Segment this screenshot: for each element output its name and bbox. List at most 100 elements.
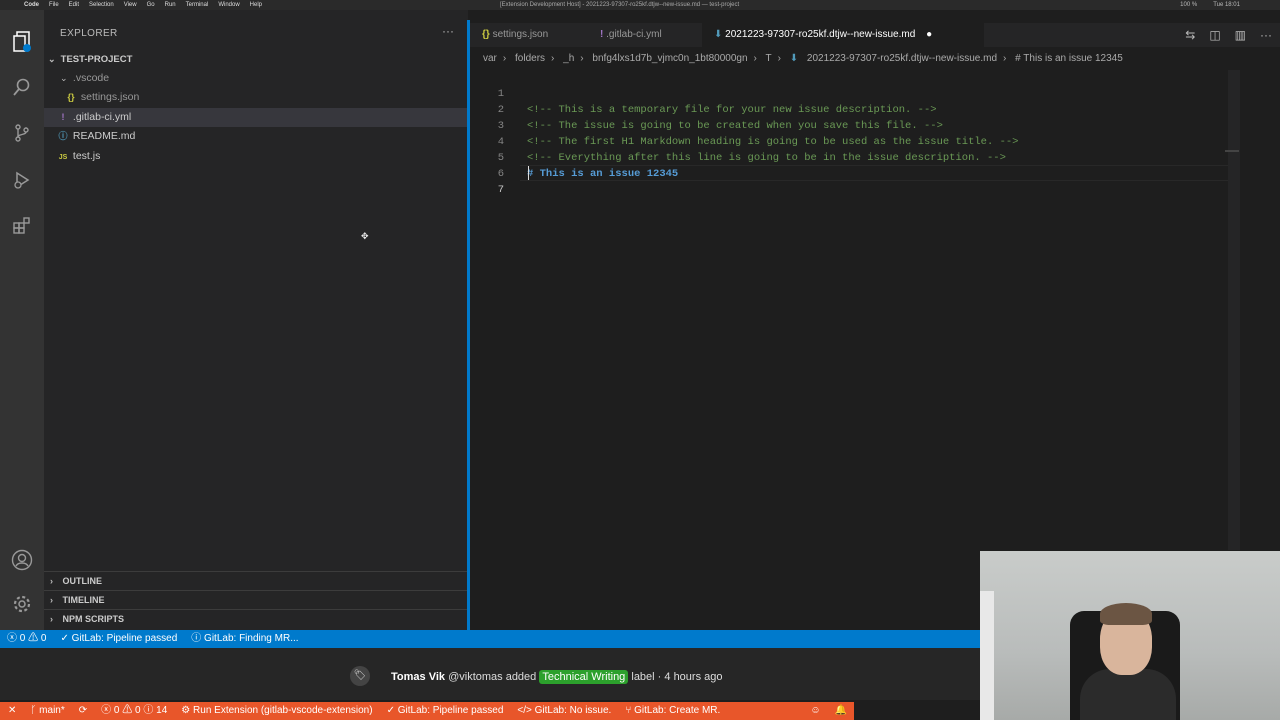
tree-item-label: .gitlab-ci.yml: [72, 111, 132, 123]
line-text: # This is an issue 12345: [527, 168, 679, 180]
settings-gear-icon[interactable]: [10, 592, 34, 616]
merge-request-icon: ⑂: [625, 705, 632, 716]
yaml-file-icon: !: [61, 112, 65, 122]
activity-notification: 🏷 Tomas Vik @viktomas added Technical Wr…: [0, 648, 980, 700]
menu-go[interactable]: Go: [147, 2, 155, 8]
create-mr-status[interactable]: ⑂ GitLab: Create MR.: [618, 702, 727, 720]
compare-changes-icon[interactable]: ⇆: [1185, 28, 1195, 42]
editor-line: 3 <!-- The first H1 Markdown heading is …: [470, 102, 1019, 148]
line-text: <!-- This is a temporary file for your n…: [527, 104, 937, 116]
tree-item-label: test.js: [72, 150, 101, 162]
editor-line: 7: [470, 166, 504, 196]
sidebar-title: EXPLORER: [60, 28, 118, 39]
presenter-body: [1080, 669, 1176, 720]
code-editor[interactable]: 1 <!-- This is a temporary file for your…: [470, 70, 1230, 630]
tree-item-gitlab-ci[interactable]: ! .gitlab-ci.yml: [44, 108, 468, 127]
editor-line: 5 # This is an issue 12345: [470, 134, 679, 180]
outline-section[interactable]: › OUTLINE: [44, 571, 468, 590]
menu-terminal[interactable]: Terminal: [186, 2, 209, 8]
error-icon: ⓧ: [101, 705, 112, 716]
label-tag-icon: 🏷: [350, 666, 370, 686]
tab-settings-json[interactable]: {} settings.json: [470, 23, 585, 47]
pipeline-status[interactable]: ✓ GitLab: Pipeline passed: [53, 630, 184, 648]
npm-scripts-section[interactable]: › NPM SCRIPTS: [44, 609, 468, 628]
finding-mr-status[interactable]: ⓘ GitLab: Finding MR...: [184, 630, 305, 648]
line-text: <!-- The issue is going to be created wh…: [527, 120, 943, 132]
remote-status-bar: ✕ ᚴ main* ⟳ ⓧ 0 ⚠ 0 ⓘ 14 ⚙ Run Extension…: [0, 702, 854, 720]
tab-gitlab-ci[interactable]: ! .gitlab-ci.yml: [588, 23, 698, 47]
breadcrumb-item[interactable]: T: [766, 53, 772, 64]
activity-message: Tomas Vik @viktomas added Technical Writ…: [391, 670, 723, 684]
timeline-section[interactable]: › TIMELINE: [44, 590, 468, 609]
pipeline-status[interactable]: ✓ GitLab: Pipeline passed: [380, 702, 511, 720]
error-icon: ⓧ: [7, 633, 17, 644]
breadcrumb-item[interactable]: _h: [563, 53, 574, 64]
markdown-file-icon: ⬇: [714, 29, 723, 40]
menu-file[interactable]: File: [49, 2, 59, 8]
notifications-bell-icon[interactable]: 🔔: [828, 702, 854, 720]
tab-label: settings.json: [492, 29, 549, 40]
editor-line: 1 <!-- This is a temporary file for your…: [470, 70, 937, 116]
sync-icon[interactable]: ⟳: [72, 702, 94, 720]
more-actions-icon[interactable]: ···: [1260, 28, 1272, 42]
project-root[interactable]: ⌄ TEST-PROJECT: [44, 50, 468, 69]
comment-author[interactable]: Tomas Vik: [391, 671, 445, 683]
mouse-cursor-icon: ✥: [361, 231, 369, 241]
tree-item-readme[interactable]: ⓘ README.md: [44, 127, 468, 146]
more-actions-icon[interactable]: ···: [442, 24, 454, 38]
extensions-icon[interactable]: [10, 214, 34, 238]
chevron-down-icon: ⌄: [60, 73, 68, 83]
breadcrumb-item[interactable]: bnfg4lxs1d7b_vjmc0n_1bt80000gn: [592, 53, 747, 64]
line-text: <!-- Everything after this line is going…: [527, 152, 1006, 164]
source-control-icon[interactable]: [10, 121, 34, 145]
menu-code[interactable]: Code: [24, 2, 39, 8]
preview-icon[interactable]: ◫: [1209, 28, 1220, 42]
editor-line: 4 <!-- Everything after this line is goi…: [470, 118, 1006, 164]
tab-new-issue-md[interactable]: ⬇ 2021223-97307-ro25kf.dtjw--new-issue.m…: [702, 23, 984, 47]
tree-item-vscode-folder[interactable]: ⌄ .vscode: [44, 69, 468, 88]
branch-status[interactable]: ᚴ main*: [23, 702, 71, 720]
run-debug-icon[interactable]: [10, 168, 34, 192]
javascript-file-icon: JS: [58, 154, 68, 161]
presenter-hair: [1100, 603, 1152, 625]
comment-suffix: label · 4 hours ago: [631, 671, 723, 683]
search-icon[interactable]: [10, 75, 34, 99]
section-label: NPM SCRIPTS: [62, 614, 125, 624]
tree-item-settings-json[interactable]: {} settings.json: [44, 88, 468, 107]
code-icon: </>: [517, 705, 532, 716]
chevron-right-icon: ›: [50, 614, 53, 624]
info-file-icon: ⓘ: [58, 131, 68, 141]
background-door: [980, 591, 994, 720]
problems-status[interactable]: ⓧ 0 ⚠ 0 ⓘ 14: [94, 702, 174, 720]
account-icon[interactable]: [10, 548, 34, 572]
comment-handle: @viktomas added: [448, 671, 537, 683]
menu-selection[interactable]: Selection: [89, 2, 114, 8]
problems-status[interactable]: ⓧ 0 ⚠ 0: [0, 630, 53, 648]
feedback-icon[interactable]: ☺: [803, 702, 827, 720]
menu-run[interactable]: Run: [165, 2, 176, 8]
activity-bar: [0, 10, 44, 630]
unsaved-dot-icon[interactable]: ●: [926, 29, 932, 40]
menu-help[interactable]: Help: [250, 2, 262, 8]
remote-indicator-icon[interactable]: ✕: [8, 702, 23, 720]
tree-item-test-js[interactable]: JS test.js: [44, 147, 468, 166]
breadcrumb-item[interactable]: 2021223-97307-ro25kf.dtjw--new-issue.md: [807, 53, 997, 64]
editor-scrollbar[interactable]: [1228, 70, 1240, 550]
menu-window[interactable]: Window: [218, 2, 239, 8]
window-title: [Extension Development Host] - 2021223-9…: [500, 2, 740, 8]
line-text: <!-- The first H1 Markdown heading is go…: [527, 136, 1019, 148]
run-extension-status[interactable]: ⚙ Run Extension (gitlab-vscode-extension…: [174, 702, 379, 720]
menu-view[interactable]: View: [124, 2, 137, 8]
issue-status[interactable]: </> GitLab: No issue.: [510, 702, 618, 720]
editor-actions: ⇆ ◫ ▥ ···: [1185, 28, 1272, 42]
json-file-icon: {}: [67, 92, 75, 102]
text-cursor: [528, 166, 529, 180]
json-file-icon: {}: [482, 29, 490, 40]
menu-edit[interactable]: Edit: [69, 2, 79, 8]
split-editor-icon[interactable]: ▥: [1235, 28, 1246, 42]
breadcrumb-item[interactable]: folders: [515, 53, 545, 64]
explorer-icon[interactable]: [10, 30, 34, 54]
breadcrumb-item[interactable]: # This is an issue 12345: [1015, 53, 1123, 64]
breadcrumb-item[interactable]: var: [483, 53, 497, 64]
chevron-right-icon: ›: [50, 595, 53, 605]
